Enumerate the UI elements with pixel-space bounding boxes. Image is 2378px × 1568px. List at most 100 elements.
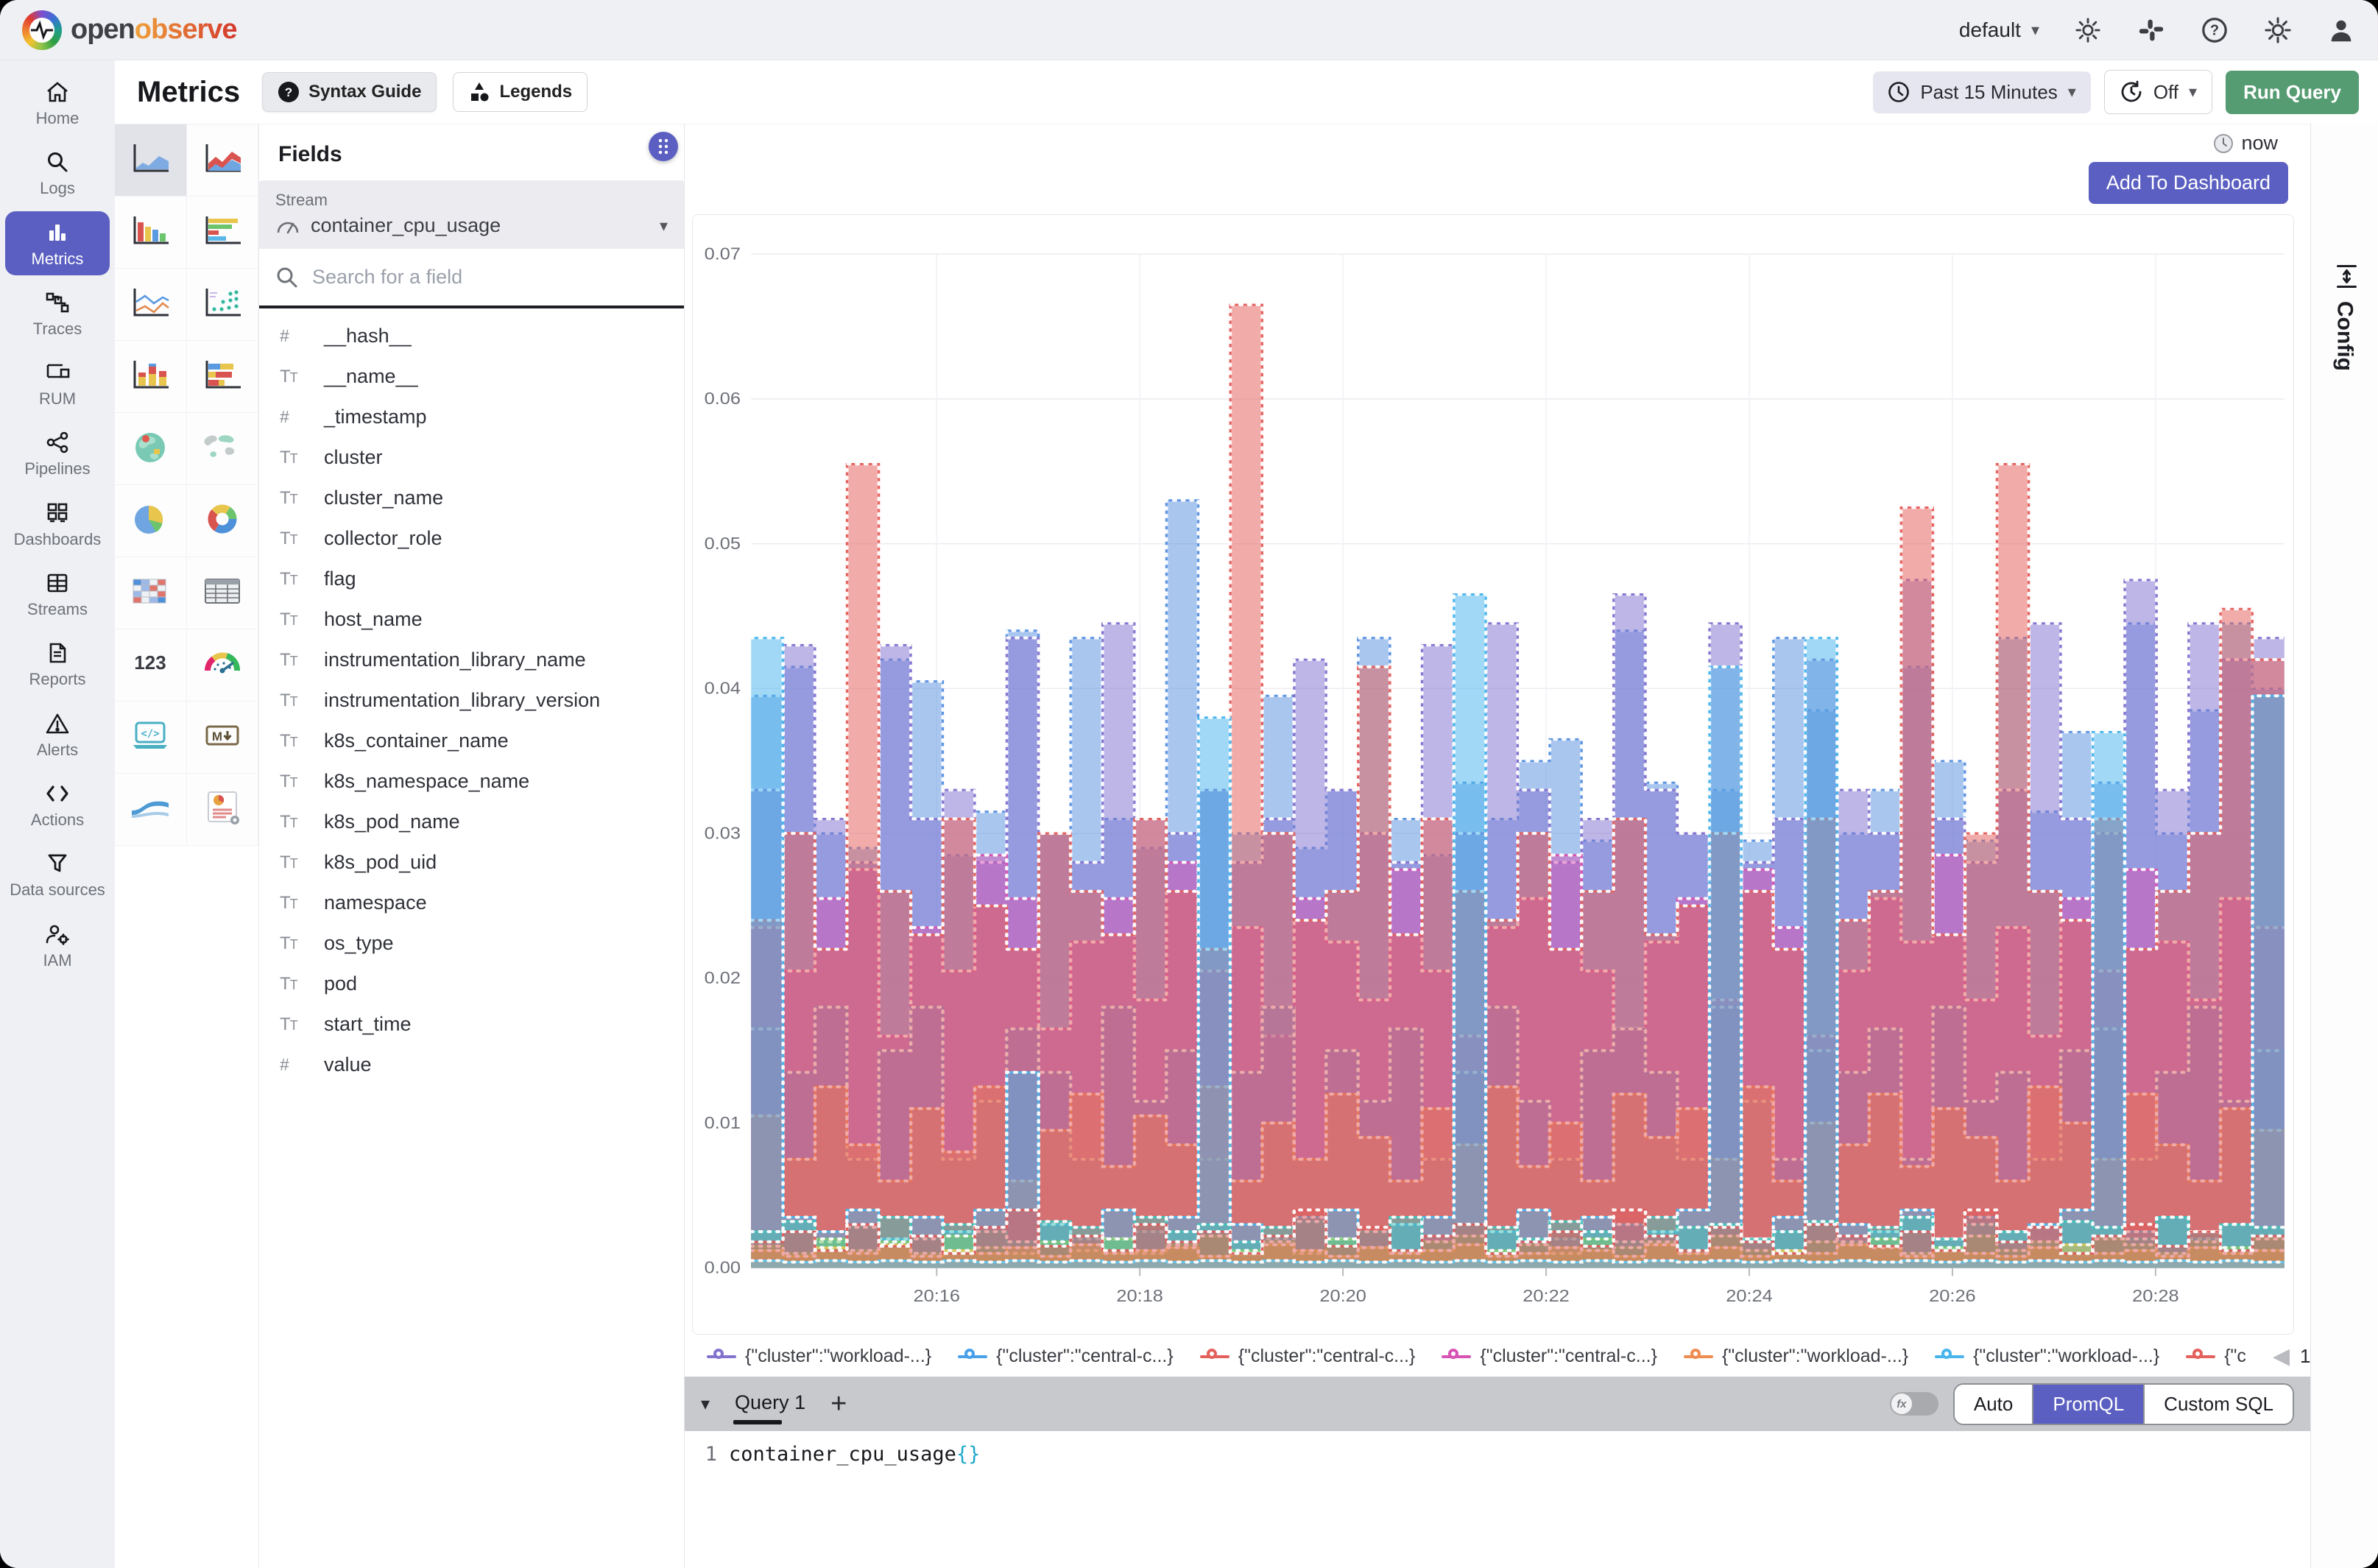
chart-type-custom-chart[interactable] bbox=[187, 774, 259, 846]
field-item-__name__[interactable]: TT__name__ bbox=[259, 356, 684, 397]
auto-refresh-picker[interactable]: Off ▾ bbox=[2104, 70, 2212, 114]
chart-type-area[interactable] bbox=[115, 124, 187, 197]
sidebar-item-dashboards[interactable]: Dashboards bbox=[5, 492, 110, 556]
chart-type-donut[interactable] bbox=[187, 485, 259, 557]
field-item-__hash__[interactable]: #__hash__ bbox=[259, 316, 684, 356]
pipelines-icon bbox=[46, 430, 68, 455]
query-tab[interactable]: Query 1 bbox=[732, 1384, 808, 1424]
chart-type-maps[interactable] bbox=[187, 413, 259, 485]
chart-type-area-stacked[interactable] bbox=[187, 124, 259, 197]
stream-selector[interactable]: Stream container_cpu_usage ▾ bbox=[259, 180, 684, 249]
sidebar-item-actions[interactable]: Actions bbox=[5, 772, 110, 836]
chart-type-pie[interactable] bbox=[115, 485, 187, 557]
drag-handle[interactable] bbox=[649, 132, 678, 161]
syntax-guide-button[interactable]: ? Syntax Guide bbox=[262, 72, 437, 112]
field-item-host_name[interactable]: TThost_name bbox=[259, 599, 684, 640]
sidebar-item-iam[interactable]: IAM bbox=[5, 913, 110, 977]
field-item-k8s_pod_uid[interactable]: TTk8s_pod_uid bbox=[259, 842, 684, 883]
line-icon bbox=[129, 286, 172, 323]
legend-item-0[interactable]: {"cluster":"workload-...} bbox=[707, 1346, 931, 1367]
slack-icon[interactable] bbox=[2137, 15, 2166, 45]
legend-item-2[interactable]: {"cluster":"central-c...} bbox=[1200, 1346, 1416, 1367]
field-item-pod[interactable]: TTpod bbox=[259, 964, 684, 1004]
legends-label: Legends bbox=[499, 82, 572, 102]
brand-logo[interactable]: openobserve bbox=[22, 10, 237, 50]
chart-type-heatmap[interactable] bbox=[115, 557, 187, 629]
config-label: Config bbox=[2332, 301, 2357, 371]
field-item-k8s_container_name[interactable]: TTk8s_container_name bbox=[259, 721, 684, 761]
field-item-_timestamp[interactable]: #_timestamp bbox=[259, 397, 684, 437]
chart-type-metric-text[interactable]: 123 bbox=[115, 629, 187, 702]
field-item-k8s_pod_name[interactable]: TTk8s_pod_name bbox=[259, 802, 684, 842]
svg-text:0.04: 0.04 bbox=[705, 679, 741, 699]
sidebar-item-traces[interactable]: Traces bbox=[5, 281, 110, 345]
mode-custom-sql[interactable]: Custom SQL bbox=[2143, 1385, 2293, 1424]
text-field-icon: TT bbox=[280, 731, 311, 752]
time-range-picker[interactable]: Past 15 Minutes ▾ bbox=[1873, 71, 2090, 113]
svg-text:20:24: 20:24 bbox=[1726, 1287, 1773, 1306]
field-item-cluster[interactable]: TTcluster bbox=[259, 437, 684, 478]
sidebar-item-logs[interactable]: Logs bbox=[5, 141, 110, 205]
sidebar-item-rum[interactable]: RUM bbox=[5, 351, 110, 415]
org-selector[interactable]: default ▾ bbox=[1959, 18, 2039, 42]
legends-button[interactable]: Legends bbox=[453, 72, 588, 112]
legend-item-3[interactable]: {"cluster":"central-c...} bbox=[1442, 1346, 1657, 1367]
metrics-chart[interactable]: 0.000.010.020.030.040.050.060.0720:1620:… bbox=[692, 214, 2294, 1335]
sidebar-item-metrics[interactable]: Metrics bbox=[5, 211, 110, 275]
chart-type-bar[interactable] bbox=[115, 197, 187, 269]
sidebar-item-data-sources[interactable]: Data sources bbox=[5, 842, 110, 906]
query-editor[interactable]: 1 container_cpu_usage{} bbox=[685, 1431, 2310, 1568]
field-item-collector_role[interactable]: TTcollector_role bbox=[259, 518, 684, 559]
field-item-start_time[interactable]: TTstart_time bbox=[259, 1004, 684, 1045]
sidebar-nav: HomeLogsMetricsTracesRUMPipelines Dashboa… bbox=[0, 60, 115, 1568]
legend-item-1[interactable]: {"cluster":"central-c...} bbox=[958, 1346, 1174, 1367]
legend-prev-icon[interactable]: ◀ bbox=[2273, 1343, 2290, 1369]
mode-promql[interactable]: PromQL bbox=[2032, 1385, 2143, 1424]
user-avatar-icon[interactable] bbox=[2326, 15, 2356, 45]
field-item-instrumentation_library_version[interactable]: TTinstrumentation_library_version bbox=[259, 680, 684, 721]
openobserve-logo-icon bbox=[22, 10, 62, 50]
chart-type-selector: 123 </> M bbox=[115, 124, 259, 1568]
mode-auto[interactable]: Auto bbox=[1955, 1385, 2033, 1424]
sidebar-item-home[interactable]: Home bbox=[5, 71, 110, 135]
field-item-flag[interactable]: TTflag bbox=[259, 559, 684, 599]
help-icon[interactable]: ? bbox=[2200, 15, 2229, 45]
field-item-os_type[interactable]: TTos_type bbox=[259, 923, 684, 964]
chart-type-geomap[interactable] bbox=[115, 413, 187, 485]
chart-type-bar-horizontal[interactable] bbox=[187, 197, 259, 269]
field-search-input[interactable] bbox=[311, 265, 668, 289]
field-item-instrumentation_library_name[interactable]: TTinstrumentation_library_name bbox=[259, 640, 684, 680]
sidebar-item-streams[interactable]: Streams bbox=[5, 562, 110, 626]
svg-text:20:28: 20:28 bbox=[2132, 1287, 2179, 1306]
number-field-icon: # bbox=[280, 326, 311, 346]
legend-marker-icon bbox=[1442, 1349, 1471, 1365]
sidebar-item-pipelines[interactable]: Pipelines bbox=[5, 421, 110, 485]
chart-type-markdown[interactable]: M bbox=[187, 702, 259, 774]
html-editor-icon: </> bbox=[129, 718, 172, 756]
settings-gear-icon[interactable] bbox=[2263, 15, 2293, 45]
config-panel-tab[interactable]: Config bbox=[2310, 124, 2378, 1568]
add-query-button[interactable]: + bbox=[830, 1390, 847, 1418]
function-toggle[interactable]: fx bbox=[1890, 1392, 1938, 1416]
add-to-dashboard-button[interactable]: Add To Dashboard bbox=[2089, 162, 2288, 204]
sidebar-item-reports[interactable]: Reports bbox=[5, 632, 110, 696]
field-item-namespace[interactable]: TTnamespace bbox=[259, 883, 684, 923]
theme-toggle-icon[interactable] bbox=[2073, 15, 2103, 45]
run-query-button[interactable]: Run Query bbox=[2226, 71, 2359, 114]
chart-type-gauge[interactable] bbox=[187, 629, 259, 702]
field-item-k8s_namespace_name[interactable]: TTk8s_namespace_name bbox=[259, 761, 684, 802]
chart-type-table[interactable] bbox=[187, 557, 259, 629]
legend-item-5[interactable]: {"cluster":"workload-...} bbox=[1935, 1346, 2159, 1367]
collapse-query-icon[interactable]: ▾ bbox=[701, 1394, 710, 1415]
field-item-cluster_name[interactable]: TTcluster_name bbox=[259, 478, 684, 518]
chart-type-html-editor[interactable]: </> bbox=[115, 702, 187, 774]
legend-item-4[interactable]: {"cluster":"workload-...} bbox=[1684, 1346, 1908, 1367]
chart-type-bar-stacked[interactable] bbox=[115, 341, 187, 413]
chart-type-bar-horizontal-stacked[interactable] bbox=[187, 341, 259, 413]
field-item-value[interactable]: #value bbox=[259, 1045, 684, 1085]
sidebar-item-alerts[interactable]: Alerts bbox=[5, 702, 110, 766]
chart-type-line[interactable] bbox=[115, 269, 187, 341]
chart-type-scatter[interactable] bbox=[187, 269, 259, 341]
chart-type-sankey[interactable] bbox=[115, 774, 187, 846]
legend-item-6[interactable]: {"c bbox=[2186, 1346, 2246, 1367]
